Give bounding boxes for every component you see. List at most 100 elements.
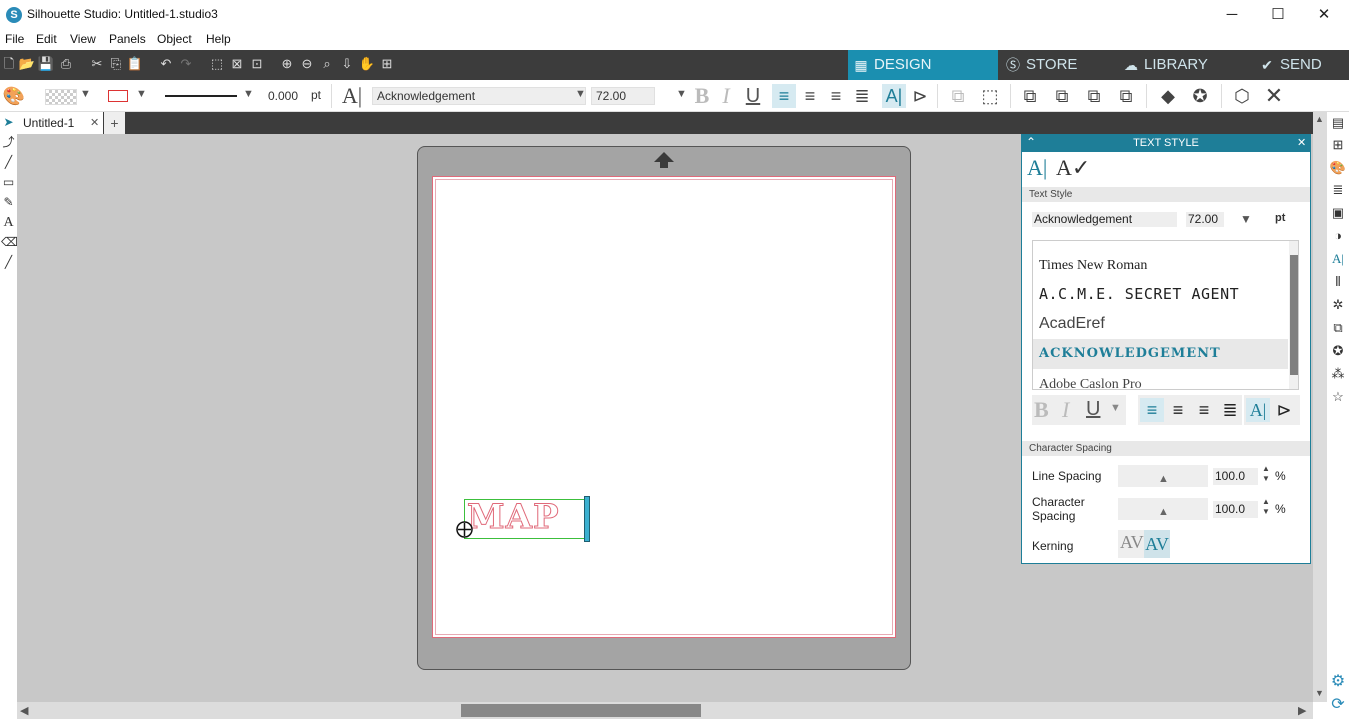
text-style-icon[interactable]: A| (340, 84, 364, 108)
cut-icon[interactable]: ✂ (88, 55, 106, 73)
panel-align-center-icon[interactable]: ≡ (1166, 398, 1190, 422)
save-icon[interactable]: 💾 (37, 55, 55, 73)
rectangle-tool-icon[interactable]: ▭ (1, 175, 16, 190)
menu-file[interactable]: File (5, 32, 24, 46)
panel-align-right-icon[interactable]: ≡ (1192, 398, 1216, 422)
draw-tool-icon[interactable]: ✎ (1, 195, 16, 210)
character-spacing-slider-thumb[interactable]: ▲ (1158, 506, 1169, 518)
line-color-swatch[interactable] (108, 90, 128, 102)
panel-horizontal-text-icon[interactable]: A| (1246, 398, 1270, 422)
scroll-left-icon[interactable]: ◀ (20, 704, 28, 717)
line-spacing-value[interactable]: 100.0 (1213, 468, 1258, 485)
close-tab-icon[interactable]: ✕ (90, 116, 99, 129)
text-tool-icon[interactable]: A (1, 215, 16, 230)
close-window-button[interactable]: ✕ (1301, 0, 1347, 30)
bring-to-front-icon[interactable]: ⧉ (1082, 84, 1106, 108)
pan-down-icon[interactable]: ⇩ (338, 55, 356, 73)
move-handle-icon[interactable] (455, 520, 474, 539)
line-color-dropdown-icon[interactable]: ▼ (136, 88, 147, 100)
select-by-color-icon[interactable]: ⊡ (248, 55, 266, 73)
bring-forward-icon[interactable]: ⧉ (1018, 84, 1042, 108)
close-toolbar-icon[interactable]: ✕ (1262, 84, 1286, 108)
scroll-right-icon[interactable]: ▶ (1298, 704, 1306, 717)
maximize-button[interactable]: ☐ (1255, 0, 1301, 30)
tab-design[interactable]: ▦ DESIGN (848, 50, 998, 80)
modify-shape-icon[interactable]: ◆ (1156, 84, 1180, 108)
align-panel-icon[interactable]: ⫴ (1329, 273, 1347, 291)
close-panel-icon[interactable]: ✕ (1297, 136, 1306, 149)
line-width-value[interactable]: 0.000 (268, 89, 298, 103)
replicate-icon[interactable]: ✲ (1329, 296, 1347, 314)
line-spacing-stepper-icon[interactable]: ▲ ▼ (1262, 464, 1270, 484)
horizontal-scroll-thumb[interactable] (461, 704, 701, 717)
tab-store[interactable]: Ⓢ STORE (1000, 50, 1112, 80)
scroll-up-icon[interactable]: ▲ (1315, 114, 1324, 124)
tab-send[interactable]: ✔ SEND (1254, 50, 1349, 80)
select-arrow-icon[interactable]: ➤ (1, 115, 16, 130)
character-spacing-value[interactable]: 100.0 (1213, 501, 1258, 518)
font-list-item[interactable]: Times New Roman (1039, 258, 1147, 274)
italic-icon[interactable]: I (714, 84, 738, 108)
select-all-icon[interactable]: ⬚ (208, 55, 226, 73)
add-tab-button[interactable]: + (104, 112, 125, 134)
transform-icon[interactable]: ⬚ (978, 84, 1002, 108)
character-spacing-stepper-icon[interactable]: ▲ ▼ (1262, 497, 1270, 517)
panel-align-left-icon[interactable]: ≡ (1140, 398, 1164, 422)
text-selection-box[interactable]: MAP (464, 497, 587, 539)
text-cursor-handle[interactable] (584, 496, 590, 542)
text-object-map[interactable]: MAP (467, 497, 560, 538)
eraser-tool-icon[interactable]: ⌫ (1, 235, 18, 250)
modify-panel-icon[interactable]: ⧉ (1329, 319, 1347, 337)
text-style-tab-icon[interactable]: A| (1027, 155, 1047, 181)
palette-icon[interactable]: 🎨 (2, 84, 26, 108)
tab-library[interactable]: ☁ LIBRARY (1118, 50, 1248, 80)
panel-font-field[interactable]: Acknowledgement (1032, 212, 1177, 227)
page-setup-icon[interactable]: ▤ (1329, 114, 1347, 132)
panel-bold-icon[interactable]: B (1034, 397, 1049, 423)
zoom-in-icon[interactable]: ⊕ (278, 55, 296, 73)
knife-tool-icon[interactable]: ╱ (1, 255, 16, 270)
3d-box-icon[interactable]: ⬡ (1230, 84, 1254, 108)
fill-pattern-swatch[interactable] (45, 89, 77, 105)
sketch-icon[interactable]: ⁂ (1329, 365, 1347, 383)
offset-star-icon[interactable]: ✪ (1329, 342, 1347, 360)
line-style-preview[interactable] (165, 95, 237, 97)
group-icon[interactable]: ⧉ (946, 84, 970, 108)
line-tool-icon[interactable]: ╱ (1, 155, 16, 170)
font-list-item[interactable]: AcadEref (1039, 315, 1105, 333)
send-to-back-icon[interactable]: ⧉ (1114, 84, 1138, 108)
align-right-icon[interactable]: ≡ (824, 84, 848, 108)
line-spacing-slider-thumb[interactable]: ▲ (1158, 473, 1169, 485)
character-spacing-slider[interactable]: ▲ (1118, 498, 1208, 520)
font-list-item[interactable]: A.C.M.E. SECRET AGENT (1039, 285, 1239, 303)
redo-icon[interactable]: ↷ (177, 55, 195, 73)
line-style-dropdown-icon[interactable]: ▼ (243, 88, 254, 100)
line-style-icon[interactable]: ≣ (1329, 181, 1347, 199)
fill-color-icon[interactable]: 🎨 (1329, 159, 1347, 177)
underline-icon[interactable]: U (741, 84, 765, 108)
font-list-scrollbar[interactable] (1289, 241, 1298, 389)
line-spacing-slider[interactable]: ▲ (1118, 465, 1208, 487)
font-name-field[interactable]: Acknowledgement (372, 87, 586, 105)
zoom-select-icon[interactable]: ⌕ (318, 55, 336, 73)
copy-icon[interactable]: ⎘ (107, 55, 125, 73)
align-justify-icon[interactable]: ≣ (850, 84, 874, 108)
align-center-icon[interactable]: ≡ (798, 84, 822, 108)
paste-icon[interactable]: 📋 (126, 55, 144, 73)
menu-object[interactable]: Object (157, 32, 192, 46)
panel-underline-icon[interactable]: U (1086, 398, 1100, 421)
font-list[interactable]: Times New Roman A.C.M.E. SECRET AGENT Ac… (1032, 240, 1299, 390)
contrast-icon[interactable]: ◑ (1329, 227, 1347, 245)
horizontal-scrollbar[interactable]: ◀ ▶ (17, 702, 1313, 719)
menu-edit[interactable]: Edit (36, 32, 57, 46)
deselect-icon[interactable]: ⊠ (228, 55, 246, 73)
hand-pan-icon[interactable]: ✋ (358, 55, 376, 73)
text-style-panel-icon[interactable]: A| (1329, 250, 1347, 268)
new-file-icon[interactable]: 🗋 (0, 55, 18, 73)
vertical-text-icon[interactable]: ⊳ (908, 84, 932, 108)
panel-vertical-text-icon[interactable]: ⊳ (1272, 398, 1296, 422)
point-edit-icon[interactable]: ⤴ (1, 135, 16, 150)
design-page[interactable] (432, 176, 896, 638)
sync-icon[interactable]: ⟳ (1329, 696, 1347, 714)
open-file-icon[interactable]: 📂 (18, 55, 36, 73)
